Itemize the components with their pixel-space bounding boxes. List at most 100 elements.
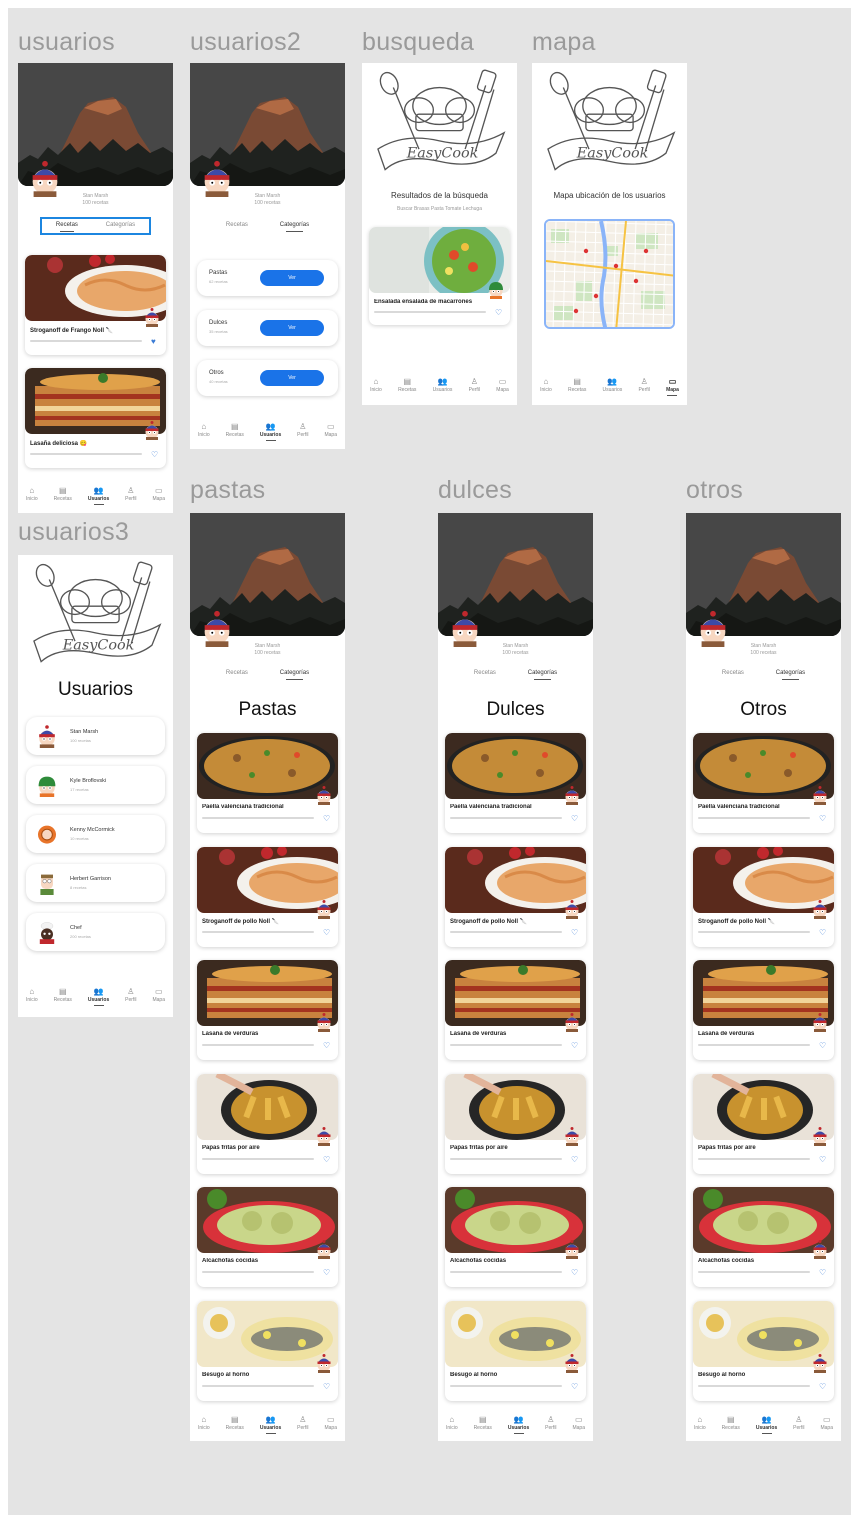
nav-perfil[interactable]: ♙ Perfil bbox=[638, 377, 649, 393]
tab-categorias[interactable]: Categorías bbox=[280, 222, 309, 232]
nav-recetas[interactable]: ▤ Recetas bbox=[226, 1415, 244, 1431]
tab-recetas[interactable]: Recetas bbox=[56, 222, 78, 232]
category-item[interactable]: Pastas 62 recetas Ver bbox=[197, 260, 338, 296]
nav-recetas[interactable]: ▤ Recetas bbox=[54, 486, 72, 502]
user-item[interactable]: Kyle Broflovski 17 recetas bbox=[26, 766, 165, 804]
recipe-card[interactable]: Stroganoff de pollo Noll 🔪 ♡ bbox=[445, 846, 586, 947]
nav-recetas[interactable]: ▤ Recetas bbox=[54, 987, 72, 1003]
recipe-card[interactable]: Besugo al horno ♡ bbox=[197, 1300, 338, 1401]
view-button[interactable]: Ver bbox=[260, 320, 324, 336]
recipe-card[interactable]: Alcachofas cocidas ♡ bbox=[693, 1187, 834, 1287]
tab-categorias[interactable]: Categorías bbox=[528, 670, 557, 680]
user-item[interactable]: Kenny McCormick 10 recetas bbox=[26, 815, 165, 853]
tab-recetas[interactable]: Recetas bbox=[226, 222, 248, 230]
user-item[interactable]: Chef 200 recetas bbox=[26, 913, 165, 951]
nav-usuarios[interactable]: 👥 Usuarios bbox=[603, 377, 623, 393]
nav-recetas[interactable]: ▤ Recetas bbox=[722, 1415, 740, 1431]
nav-usuarios[interactable]: 👥 Usuarios bbox=[88, 987, 109, 1006]
view-button[interactable]: Ver bbox=[260, 370, 324, 386]
recipe-card[interactable]: Besugo al horno ♡ bbox=[693, 1300, 834, 1401]
profile-tabs[interactable]: Recetas Categorías bbox=[210, 219, 325, 233]
nav-recetas[interactable]: ▤ Recetas bbox=[474, 1415, 492, 1431]
heart-icon[interactable]: ♡ bbox=[323, 1382, 332, 1391]
frame-mapa[interactable]: EasyCook Mapa ubicación de los usuarios … bbox=[532, 63, 687, 405]
users-map[interactable] bbox=[544, 219, 675, 329]
heart-icon[interactable]: ♡ bbox=[819, 1042, 828, 1050]
heart-icon[interactable]: ♡ bbox=[571, 1155, 580, 1164]
nav-mapa[interactable]: ▭ Mapa bbox=[152, 486, 165, 502]
search-result-card[interactable]: Ensalada ensalada de macarrones ♡ bbox=[369, 227, 510, 325]
recipe-card[interactable]: Papas fritas por aire ♡ bbox=[197, 1073, 338, 1174]
frame-otros[interactable]: Stan Marsh 100 recetas Recetas Categorías Ot… bbox=[686, 513, 841, 1441]
nav-mapa[interactable]: ▭ Mapa bbox=[820, 1415, 833, 1431]
nav-perfil[interactable]: ♙ Perfil bbox=[125, 987, 136, 1003]
nav-recetas[interactable]: ▤ Recetas bbox=[226, 422, 244, 438]
user-item[interactable]: Stan Marsh 100 recetas bbox=[26, 717, 165, 755]
heart-icon[interactable]: ♥ bbox=[151, 338, 160, 346]
recipe-card[interactable]: Alcachofas cocidas ♡ bbox=[197, 1187, 338, 1287]
nav-usuarios[interactable]: 👥 Usuarios bbox=[260, 422, 281, 441]
nav-perfil[interactable]: ♙ Perfil bbox=[297, 1415, 308, 1431]
heart-icon[interactable]: ♡ bbox=[571, 1382, 580, 1391]
nav-inicio[interactable]: ⌂ Inicio bbox=[198, 422, 210, 438]
nav-inicio[interactable]: ⌂ Inicio bbox=[26, 486, 38, 502]
nav-inicio[interactable]: ⌂ Inicio bbox=[370, 377, 382, 393]
recipe-card[interactable]: Paella valenciana tradicional ♡ bbox=[445, 733, 586, 833]
heart-icon[interactable]: ♡ bbox=[819, 815, 828, 823]
tab-categorias[interactable]: Categorías bbox=[280, 670, 309, 680]
heart-icon[interactable]: ♡ bbox=[151, 451, 160, 459]
recipe-card[interactable]: Lasaña de verduras ♡ bbox=[197, 960, 338, 1060]
tab-recetas[interactable]: Recetas bbox=[474, 670, 496, 678]
nav-perfil[interactable]: ♙ Perfil bbox=[297, 422, 308, 438]
heart-icon[interactable]: ♡ bbox=[819, 1269, 828, 1277]
frame-usuarios2[interactable]: Stan Marsh 100 recetas Recetas Categoría… bbox=[190, 63, 345, 449]
nav-usuarios[interactable]: 👥 Usuarios bbox=[260, 1415, 281, 1434]
recipe-card[interactable]: Lasaña de verduras ♡ bbox=[693, 960, 834, 1060]
heart-icon[interactable]: ♡ bbox=[571, 1269, 580, 1277]
heart-icon[interactable]: ♡ bbox=[571, 815, 580, 823]
profile-tabs[interactable]: Recetas Categorías bbox=[210, 667, 325, 681]
category-item[interactable]: Otros 40 recetas Ver bbox=[197, 360, 338, 396]
profile-tabs[interactable]: Recetas Categorías bbox=[706, 667, 821, 681]
frame-busqueda[interactable]: EasyCook Resultados de la búsqueda Busca… bbox=[362, 63, 517, 405]
tab-categorias[interactable]: Categorías bbox=[776, 670, 805, 680]
profile-tabs[interactable]: Recetas Categorías bbox=[40, 217, 151, 235]
recipe-card[interactable]: Stroganoff de Frango Noll 🔪 ♥ bbox=[25, 255, 166, 355]
view-button[interactable]: Ver bbox=[260, 270, 324, 286]
frame-dulces[interactable]: Stan Marsh 100 recetas Recetas Categorías Du… bbox=[438, 513, 593, 1441]
heart-icon[interactable]: ♡ bbox=[819, 928, 828, 937]
nav-perfil[interactable]: ♙ Perfil bbox=[545, 1415, 556, 1431]
heart-icon[interactable]: ♡ bbox=[323, 1155, 332, 1164]
nav-inicio[interactable]: ⌂ Inicio bbox=[694, 1415, 706, 1431]
heart-icon[interactable]: ♡ bbox=[819, 1155, 828, 1164]
recipe-card[interactable]: Lasaña deliciosa 😋 ♡ bbox=[25, 368, 166, 468]
recipe-card[interactable]: Lasaña de verduras ♡ bbox=[445, 960, 586, 1060]
frame-usuarios[interactable]: Stan Marsh 100 recetas Recetas Categoría… bbox=[18, 63, 173, 513]
frame-pastas[interactable]: Stan Marsh 100 recetas Recetas Categorías Pa… bbox=[190, 513, 345, 1441]
nav-mapa[interactable]: ▭ Mapa bbox=[572, 1415, 585, 1431]
heart-icon[interactable]: ♡ bbox=[571, 1042, 580, 1050]
nav-mapa[interactable]: ▭ Mapa bbox=[324, 1415, 337, 1431]
heart-icon[interactable]: ♡ bbox=[819, 1382, 828, 1391]
heart-icon[interactable]: ♡ bbox=[571, 928, 580, 937]
nav-perfil[interactable]: ♙ Perfil bbox=[469, 377, 480, 393]
nav-usuarios[interactable]: 👥 Usuarios bbox=[756, 1415, 777, 1434]
nav-inicio[interactable]: ⌂ Inicio bbox=[198, 1415, 210, 1431]
recipe-card[interactable]: Paella valenciana tradicional ♡ bbox=[693, 733, 834, 833]
nav-usuarios[interactable]: 👥 Usuarios bbox=[88, 486, 109, 505]
heart-icon[interactable]: ♡ bbox=[323, 1042, 332, 1050]
recipe-card[interactable]: Paella valenciana tradicional ♡ bbox=[197, 733, 338, 833]
nav-mapa[interactable]: ▭ Mapa bbox=[496, 377, 509, 393]
user-item[interactable]: Herbert Garrison 8 recetas bbox=[26, 864, 165, 902]
nav-usuarios[interactable]: 👥 Usuarios bbox=[433, 377, 453, 393]
heart-icon[interactable]: ♡ bbox=[323, 815, 332, 823]
nav-mapa[interactable]: ▭ Mapa bbox=[152, 987, 165, 1003]
recipe-card[interactable]: Stroganoff de pollo Noll 🔪 ♡ bbox=[197, 846, 338, 947]
frame-usuarios3[interactable]: EasyCook Usuarios Stan Marsh 100 recetas K… bbox=[18, 555, 173, 1017]
nav-perfil[interactable]: ♙ Perfil bbox=[793, 1415, 804, 1431]
heart-icon[interactable]: ♡ bbox=[495, 309, 504, 317]
profile-tabs[interactable]: Recetas Categorías bbox=[458, 667, 573, 681]
nav-inicio[interactable]: ⌂ Inicio bbox=[446, 1415, 458, 1431]
nav-recetas[interactable]: ▤ Recetas bbox=[398, 377, 416, 393]
nav-usuarios[interactable]: 👥 Usuarios bbox=[508, 1415, 529, 1434]
